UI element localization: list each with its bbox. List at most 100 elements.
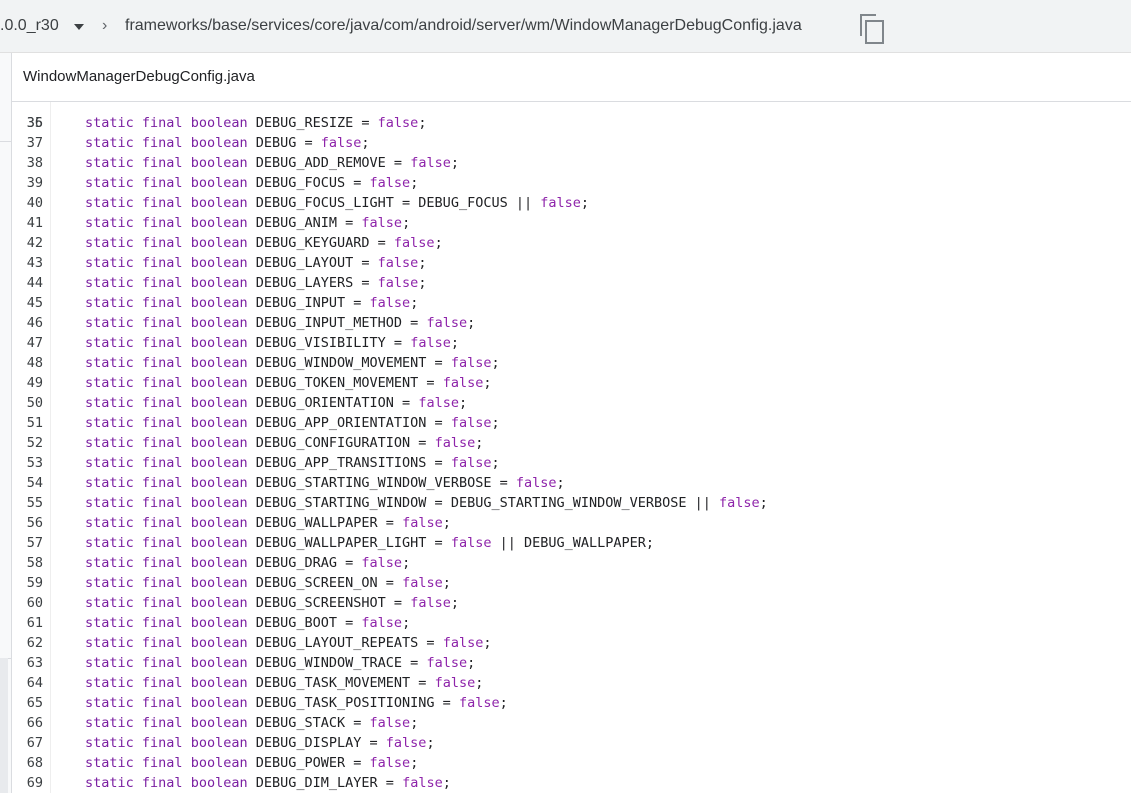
code-terminator: ; bbox=[467, 315, 476, 331]
line-number[interactable]: 46 bbox=[12, 313, 43, 333]
code-text: static final boolean DEBUG_STARTING_WIND… bbox=[85, 473, 565, 493]
code-identifier: DEBUG_TASK_POSITIONING = bbox=[255, 695, 459, 711]
code-terminator: ; bbox=[442, 575, 451, 591]
code-text: static final boolean DEBUG_DISPLAY = fal… bbox=[85, 733, 435, 753]
keyword-boolean: boolean bbox=[190, 495, 248, 511]
keyword-static: static bbox=[85, 555, 134, 571]
literal-false: false bbox=[426, 655, 468, 671]
keyword-static: static bbox=[85, 355, 134, 371]
caret-down-icon[interactable] bbox=[74, 24, 84, 30]
keyword-final: final bbox=[141, 595, 183, 611]
literal-false: false bbox=[385, 735, 427, 751]
line-number[interactable]: 55 bbox=[12, 493, 43, 513]
line-number[interactable]: 48 bbox=[12, 353, 43, 373]
line-number[interactable]: 42 bbox=[12, 233, 43, 253]
code-identifier: DEBUG_TOKEN_MOVEMENT = bbox=[255, 375, 443, 391]
line-number[interactable]: 38 bbox=[12, 153, 43, 173]
line-number[interactable]: 68 bbox=[12, 753, 43, 773]
keyword-static: static bbox=[85, 635, 134, 651]
file-path-breadcrumb[interactable]: frameworks/base/services/core/java/com/a… bbox=[125, 17, 802, 35]
line-number[interactable]: 40 bbox=[12, 193, 43, 213]
line-number[interactable]: 63 bbox=[12, 653, 43, 673]
keyword-boolean: boolean bbox=[190, 275, 248, 291]
keyword-static: static bbox=[85, 775, 134, 791]
code-identifier: DEBUG_WALLPAPER_LIGHT = bbox=[255, 535, 451, 551]
code-terminator: ; bbox=[410, 175, 419, 191]
keyword-boolean: boolean bbox=[190, 215, 248, 231]
line-number[interactable]: 57 bbox=[12, 533, 43, 553]
keyword-final: final bbox=[141, 675, 183, 691]
line-number[interactable]: 61 bbox=[12, 613, 43, 633]
line-number[interactable]: 53 bbox=[12, 453, 43, 473]
line-number[interactable]: 45 bbox=[12, 293, 43, 313]
code-text: static final boolean DEBUG_ORIENTATION =… bbox=[85, 393, 467, 413]
line-number[interactable]: 54 bbox=[12, 473, 43, 493]
line-number[interactable]: 60 bbox=[12, 593, 43, 613]
code-terminator: ; bbox=[410, 755, 419, 771]
copy-icon[interactable] bbox=[858, 12, 886, 44]
keyword-boolean: boolean bbox=[190, 535, 248, 551]
keyword-boolean: boolean bbox=[190, 175, 248, 191]
line-number[interactable]: 59 bbox=[12, 573, 43, 593]
code-terminator: ; bbox=[434, 235, 443, 251]
line-number[interactable]: 62 bbox=[12, 633, 43, 653]
keyword-boolean: boolean bbox=[190, 615, 248, 631]
keyword-boolean: boolean bbox=[190, 635, 248, 651]
keyword-boolean: boolean bbox=[190, 115, 248, 131]
code-text: static final boolean DEBUG_TOKEN_MOVEMEN… bbox=[85, 373, 491, 393]
literal-false: false bbox=[402, 775, 443, 791]
code-identifier: DEBUG_STACK = bbox=[255, 715, 370, 731]
line-number[interactable]: 69 bbox=[12, 773, 43, 793]
line-number[interactable]: 58 bbox=[12, 553, 43, 573]
code-terminator: ; bbox=[491, 455, 500, 471]
keyword-boolean: boolean bbox=[190, 715, 248, 731]
literal-false: false bbox=[719, 495, 760, 511]
keyword-static: static bbox=[85, 675, 134, 691]
code-identifier: DEBUG_WALLPAPER = bbox=[255, 515, 403, 531]
code-terminator: ; bbox=[410, 715, 419, 731]
literal-false: false bbox=[450, 455, 492, 471]
literal-false: false bbox=[450, 355, 492, 371]
top-bar: .0.0_r30 › frameworks/base/services/core… bbox=[0, 0, 1131, 53]
line-number[interactable]: 36 bbox=[12, 113, 43, 133]
literal-false: false bbox=[377, 115, 419, 131]
code-text: static final boolean DEBUG_WALLPAPER = f… bbox=[85, 513, 451, 533]
code-identifier: DEBUG_APP_TRANSITIONS = bbox=[255, 455, 451, 471]
branch-selector-label[interactable]: .0.0_r30 bbox=[0, 17, 59, 35]
line-number[interactable]: 64 bbox=[12, 673, 43, 693]
keyword-final: final bbox=[141, 115, 183, 131]
code-identifier: DEBUG_VISIBILITY = bbox=[255, 335, 411, 351]
left-side-strip bbox=[0, 53, 11, 793]
line-number[interactable]: 67 bbox=[12, 733, 43, 753]
line-number[interactable]: 66 bbox=[12, 713, 43, 733]
line-number[interactable]: 39 bbox=[12, 173, 43, 193]
keyword-boolean: boolean bbox=[190, 355, 248, 371]
code-terminator: ; bbox=[580, 195, 590, 211]
code-terminator: ; bbox=[450, 155, 459, 171]
line-number[interactable]: 50 bbox=[12, 393, 43, 413]
literal-false: false bbox=[369, 175, 411, 191]
code-identifier: DEBUG_CONFIGURATION = bbox=[255, 435, 435, 451]
line-number[interactable]: 41 bbox=[12, 213, 43, 233]
literal-false: false bbox=[369, 295, 411, 311]
code-identifier: DEBUG_STARTING_WINDOW_VERBOSE = bbox=[255, 475, 516, 491]
keyword-static: static bbox=[85, 495, 134, 511]
literal-false: false bbox=[361, 615, 403, 631]
line-number[interactable]: 51 bbox=[12, 413, 43, 433]
keyword-boolean: boolean bbox=[190, 155, 248, 171]
code-text: static final boolean DEBUG_DIM_LAYER = f… bbox=[85, 773, 451, 793]
line-number[interactable]: 43 bbox=[12, 253, 43, 273]
line-number[interactable]: 37 bbox=[12, 133, 43, 153]
line-number[interactable]: 52 bbox=[12, 433, 43, 453]
line-number[interactable]: 65 bbox=[12, 693, 43, 713]
line-number[interactable]: 47 bbox=[12, 333, 43, 353]
line-number[interactable]: 44 bbox=[12, 273, 43, 293]
code-terminator: ; bbox=[418, 255, 427, 271]
code-identifier: DEBUG_STARTING_WINDOW = DEBUG_STARTING_W… bbox=[255, 495, 720, 511]
literal-false: false bbox=[377, 255, 419, 271]
literal-false: false bbox=[369, 715, 411, 731]
keyword-static: static bbox=[85, 435, 134, 451]
line-number[interactable]: 49 bbox=[12, 373, 43, 393]
code-identifier: DEBUG_SCREENSHOT = bbox=[255, 595, 411, 611]
line-number[interactable]: 56 bbox=[12, 513, 43, 533]
